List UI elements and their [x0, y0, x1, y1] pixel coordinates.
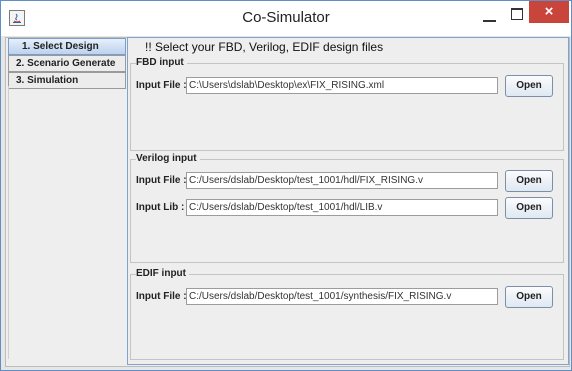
verilog-group-title: Verilog input — [136, 153, 200, 164]
verilog-input-file-field[interactable]: C:/Users/dslab/Desktop/test_1001/hdl/FIX… — [186, 172, 498, 189]
maximize-icon[interactable] — [503, 4, 531, 26]
edif-input-group — [130, 274, 564, 360]
fbd-input-file-label: Input File : — [136, 80, 187, 91]
edif-open-button[interactable]: Open — [505, 286, 553, 308]
tab-select-design[interactable]: 1. Select Design — [8, 38, 126, 55]
edif-group-title: EDIF input — [136, 268, 189, 279]
verilog-input-lib-field[interactable]: C:/Users/dslab/Desktop/test_1001/hdl/LIB… — [186, 199, 498, 216]
edif-input-file-field[interactable]: C:/Users/dslab/Desktop/test_1001/synthes… — [186, 288, 498, 305]
title-bar[interactable]: Co-Simulator × — [1, 1, 571, 36]
fbd-input-file-field[interactable]: C:\Users\dslab\Desktop\ex\FIX_RISING.xml — [186, 77, 498, 94]
verilog-lib-open-button[interactable]: Open — [505, 197, 553, 219]
page-headline: !! Select your FBD, Verilog, EDIF design… — [145, 40, 384, 54]
verilog-file-open-button[interactable]: Open — [505, 170, 553, 192]
verilog-input-file-label: Input File : — [136, 175, 187, 186]
edif-input-file-label: Input File : — [136, 291, 187, 302]
verilog-input-lib-label: Input Lib : — [136, 202, 185, 213]
tab-column-divider — [8, 86, 127, 359]
minimize-icon[interactable] — [476, 4, 504, 26]
fbd-open-button[interactable]: Open — [505, 75, 553, 97]
tab-scenario-generate[interactable]: 2. Scenario Generate — [8, 55, 126, 72]
fbd-group-title: FBD input — [136, 57, 187, 68]
close-icon[interactable]: × — [529, 1, 569, 23]
